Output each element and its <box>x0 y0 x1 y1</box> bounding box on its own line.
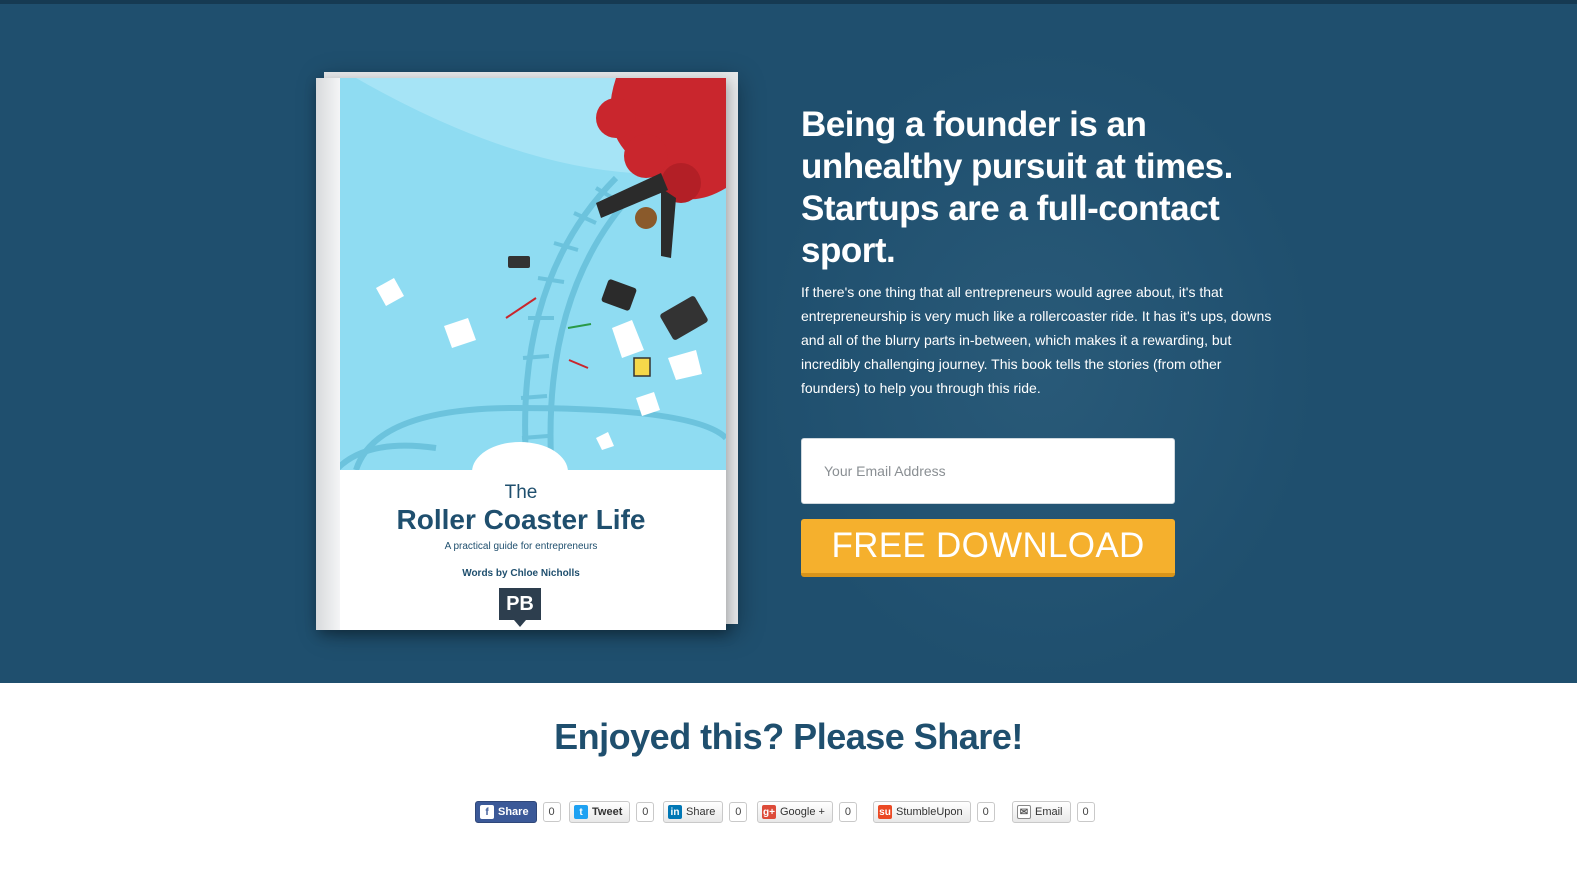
linkedin-share-label: Share <box>686 806 716 818</box>
email-share-label: Email <box>1035 806 1063 818</box>
hero-intro-text: If there's one thing that all entreprene… <box>801 284 1272 396</box>
tweet-count: 0 <box>636 802 655 822</box>
publisher-logo-tail <box>514 620 526 627</box>
hero-headline: Being a founder is an unhealthy pursuit … <box>801 105 1233 270</box>
book-spine <box>316 78 340 630</box>
email-field[interactable] <box>801 438 1175 504</box>
book-cover-image: The Roller Coaster Life A practical guid… <box>316 70 738 630</box>
linkedin-share-count: 0 <box>729 802 748 822</box>
twitter-icon: t <box>574 805 588 819</box>
linkedin-icon: in <box>668 805 682 819</box>
email-share-count: 0 <box>1076 802 1095 822</box>
google-plus-share: g+ Google + 0 <box>757 801 857 823</box>
tweet-label: Tweet <box>592 806 623 818</box>
stumbleupon-button[interactable]: su StumbleUpon <box>873 801 971 823</box>
facebook-share-label: Share <box>498 806 529 818</box>
google-plus-count: 0 <box>838 802 857 822</box>
facebook-share: f Share 0 <box>475 801 561 823</box>
google-plus-icon: g+ <box>762 805 776 819</box>
share-heading: Enjoyed this? Please Share! <box>554 716 1023 757</box>
stumbleupon-icon: su <box>878 805 892 819</box>
email-share: ✉ Email 0 <box>1012 801 1095 823</box>
stumbleupon-share: su StumbleUpon 0 <box>873 801 995 823</box>
book-front-cover: The Roller Coaster Life A practical guid… <box>316 78 726 630</box>
linkedin-share-button[interactable]: in Share <box>663 801 724 823</box>
hero-section: The Roller Coaster Life A practical guid… <box>0 0 1577 683</box>
email-icon: ✉ <box>1017 805 1031 819</box>
rollercoaster-illustration <box>333 78 726 473</box>
book-title: Roller Coaster Life <box>396 504 646 535</box>
email-share-button[interactable]: ✉ Email <box>1012 801 1071 823</box>
publisher-logo: PB <box>499 588 541 620</box>
facebook-icon: f <box>480 805 494 819</box>
book-subtitle: A practical guide for entrepreneurs <box>444 541 598 552</box>
cover-illustration <box>316 78 726 473</box>
stumbleupon-count: 0 <box>976 802 995 822</box>
google-plus-label: Google + <box>780 806 825 818</box>
google-plus-button[interactable]: g+ Google + <box>757 801 833 823</box>
facebook-share-count: 0 <box>542 802 561 822</box>
free-download-button[interactable]: FREE DOWNLOAD <box>801 519 1175 577</box>
book-author: Words by Chloe Nicholls <box>462 568 580 579</box>
book-title-prefix: The <box>504 482 538 503</box>
linkedin-share: in Share 0 <box>663 801 748 823</box>
stumbleupon-label: StumbleUpon <box>896 806 963 818</box>
twitter-share: t Tweet 0 <box>569 801 655 823</box>
tweet-button[interactable]: t Tweet <box>569 801 631 823</box>
facebook-share-button[interactable]: f Share <box>475 801 537 823</box>
